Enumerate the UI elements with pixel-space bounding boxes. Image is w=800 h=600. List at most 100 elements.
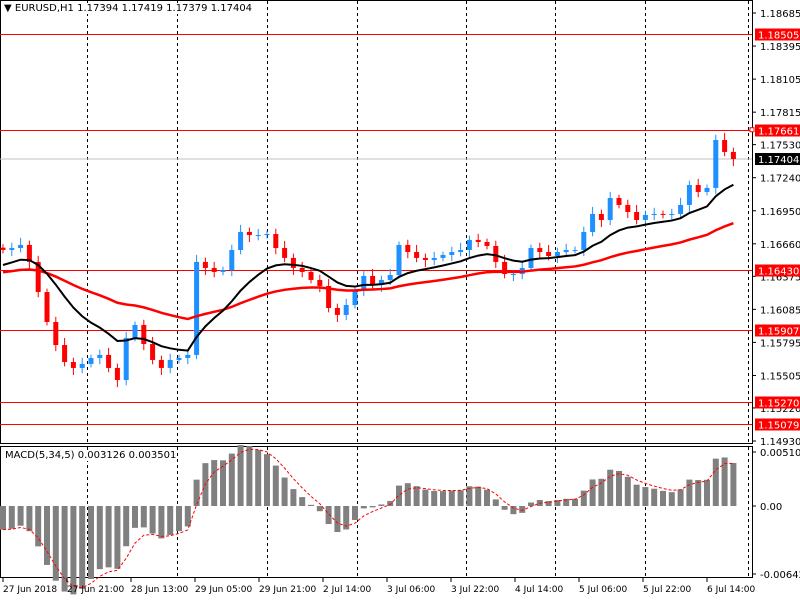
macd-tick-label: 0.00 [760, 502, 782, 513]
x-tick-label: 27 Jun 21:00 [67, 585, 124, 595]
candle-body [361, 275, 367, 290]
macd-bar [624, 476, 631, 506]
macd-bar [730, 462, 737, 506]
macd-bar [132, 506, 138, 528]
candle-body [660, 213, 666, 215]
macd-bar [114, 506, 121, 569]
macd-bar [457, 490, 464, 506]
macd-bar [484, 489, 490, 506]
macd-bar [299, 497, 306, 506]
candle-body [528, 248, 534, 268]
candle-body [466, 239, 472, 250]
candle-body [625, 204, 631, 213]
candle-body [0, 247, 6, 250]
macd-title: MACD(5,34,5) 0.003126 0.003501 [5, 450, 177, 461]
macd-bar [308, 504, 314, 506]
macd-pane-frame [0, 446, 753, 578]
candle-body [730, 151, 736, 160]
candle-body [132, 324, 138, 338]
candle-body [537, 248, 543, 253]
candle-body [713, 139, 719, 188]
macd-bar [387, 500, 394, 506]
x-tick-label: 2 Jul 14:00 [323, 585, 372, 595]
candle-body [158, 359, 164, 368]
level-price-label: 1.17661 [758, 127, 799, 138]
macd-bar [616, 470, 622, 506]
macd-bar [255, 449, 262, 506]
candle-body [607, 197, 613, 220]
y-tick-label: 1.17240 [760, 174, 800, 185]
candle-body [220, 270, 226, 272]
macd-bar [378, 504, 385, 506]
y-tick-label: 1.16660 [760, 240, 800, 251]
macd-bar [211, 460, 218, 506]
macd-bar [660, 490, 666, 506]
candle-body [273, 234, 279, 249]
candle-body [546, 252, 552, 257]
y-tick-label: 1.16085 [760, 305, 800, 316]
y-tick-label: 1.18685 [760, 9, 800, 20]
candle-body [343, 305, 349, 315]
macd-bar [246, 446, 253, 506]
main-pane-frame [0, 0, 753, 444]
candle-body [238, 231, 244, 250]
collapse-triangle-icon[interactable]: ▼ [4, 3, 12, 14]
candle-body [678, 204, 684, 214]
candle-body [590, 213, 596, 232]
candle-body [449, 252, 455, 255]
candle-body [299, 267, 305, 272]
candle-body [255, 235, 261, 237]
candle-body [422, 257, 428, 260]
macd-bar [17, 506, 24, 526]
chart-canvas[interactable]: 1.18685 1.18395 1.18105 1.17815 1.17530 1.172… [0, 0, 800, 600]
x-tick-label: 29 Jun 21:00 [259, 585, 316, 595]
candle-body [70, 362, 76, 368]
candle-body [308, 271, 314, 280]
candle-body [185, 354, 191, 359]
x-tick-label: 3 Jul 22:00 [451, 585, 500, 595]
current-price-label: 1.17404 [758, 155, 799, 166]
candle-body [431, 257, 437, 260]
macd-bar [413, 486, 420, 506]
candle-body [114, 367, 120, 381]
macd-bar [466, 486, 473, 506]
x-tick-label: 6 Jul 14:00 [707, 585, 756, 595]
candle-body [510, 274, 516, 276]
candle-body [53, 322, 59, 346]
macd-bar [96, 506, 103, 570]
candle-body [18, 244, 24, 249]
chart-window[interactable]: 1.18685 1.18395 1.18105 1.17815 1.17530 1.172… [0, 0, 800, 600]
y-tick-label: 1.18395 [760, 42, 800, 53]
candle-body [704, 187, 710, 192]
level-price-label: 1.15270 [758, 399, 799, 410]
x-tick-label: 29 Jun 05:00 [195, 585, 252, 595]
candle-body [598, 213, 604, 220]
candle-body [176, 358, 182, 360]
macd-bar [580, 490, 587, 506]
candle-body [317, 279, 323, 286]
level-handle [749, 127, 755, 133]
macd-bar [8, 506, 15, 529]
macd-bar [448, 490, 455, 506]
y-tick-label: 1.17530 [760, 141, 800, 152]
level-price-label: 1.15907 [758, 327, 799, 338]
candle-body [475, 239, 481, 242]
macd-bar [695, 480, 702, 506]
candle-body [651, 213, 657, 215]
y-tick-label: 1.15505 [760, 371, 800, 382]
candle-body [458, 249, 464, 253]
slow-ma-line [2, 221, 734, 321]
macd-bar [704, 479, 710, 506]
candle-body [695, 184, 701, 192]
x-tick-label: 5 Jul 22:00 [643, 585, 692, 595]
macd-bar [352, 506, 358, 520]
candle-body [642, 214, 648, 220]
candle-body [106, 354, 112, 368]
macd-bar [360, 506, 367, 509]
macd-bar [193, 479, 200, 506]
macd-bar [677, 489, 684, 506]
macd-bar [272, 465, 279, 506]
y-tick-label: 1.15795 [760, 338, 800, 349]
candle-body [581, 231, 587, 250]
level-price-label: 1.15079 [758, 421, 799, 432]
